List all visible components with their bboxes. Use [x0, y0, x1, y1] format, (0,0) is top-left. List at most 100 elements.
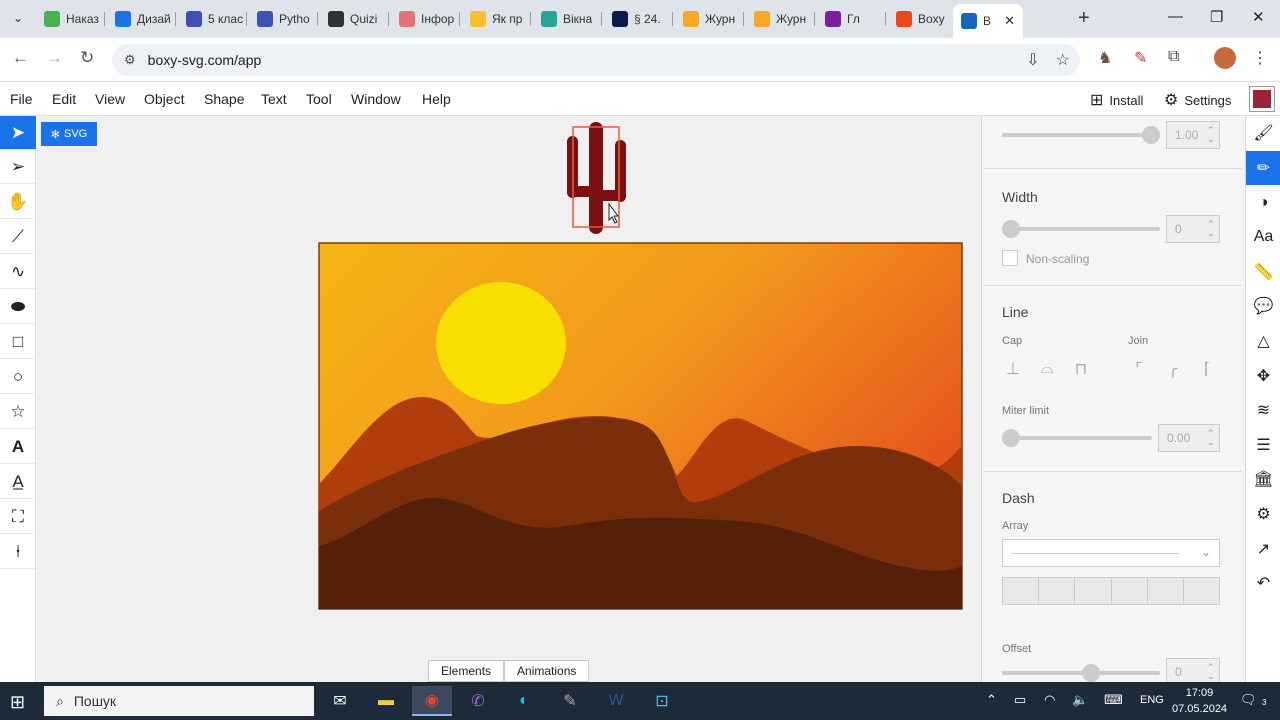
- back-button[interactable]: ←: [12, 48, 29, 68]
- minimize-button[interactable]: —: [1168, 8, 1183, 25]
- user-avatar[interactable]: [1249, 86, 1275, 112]
- address-bar[interactable]: ⚙ boxy-svg.com/app ⇩ ☆: [112, 44, 1080, 76]
- tab-close-icon[interactable]: ✕: [1004, 13, 1015, 29]
- rectangle-tool-icon[interactable]: □: [0, 325, 36, 359]
- browser-tab[interactable]: Журн: [683, 6, 744, 32]
- library-icon[interactable]: 🏛: [1246, 462, 1280, 496]
- install-button[interactable]: ⊞ Install: [1090, 90, 1143, 110]
- wifi-icon[interactable]: ◠: [1044, 692, 1055, 708]
- freehand-tool-icon[interactable]: ∿: [0, 255, 36, 289]
- cap-square-icon[interactable]: ⊓: [1068, 356, 1094, 382]
- gradient-tool-icon[interactable]: ⍿: [0, 535, 36, 569]
- menu-edit[interactable]: Edit: [52, 91, 76, 107]
- browser-tab[interactable]: Наказ: [44, 6, 105, 32]
- ruler-icon[interactable]: 📏: [1246, 255, 1280, 289]
- opacity-input[interactable]: 1.00: [1166, 121, 1220, 149]
- reload-button[interactable]: ↻: [80, 48, 94, 68]
- browser-tab[interactable]: Гл: [825, 6, 886, 32]
- keyboard-icon[interactable]: ⌨: [1104, 692, 1123, 708]
- browser-tab[interactable]: § 24.: [612, 6, 673, 32]
- canvas-area[interactable]: ✻ SVG Elements Animations: [37, 116, 981, 682]
- compositing-icon[interactable]: ◑: [1246, 186, 1280, 220]
- elements-list-icon[interactable]: ☰: [1246, 428, 1280, 462]
- viber-app-icon[interactable]: ✆: [458, 686, 498, 716]
- dash-array-select[interactable]: ⌄: [1002, 539, 1220, 567]
- sun-shape[interactable]: [436, 282, 566, 404]
- language-indicator[interactable]: ENG: [1140, 694, 1164, 706]
- tab-animations[interactable]: Animations: [504, 660, 590, 682]
- opacity-slider[interactable]: [1002, 126, 1160, 144]
- notifications-icon[interactable]: 🗨: [1240, 692, 1257, 708]
- dash-field[interactable]: [1147, 578, 1184, 604]
- profile-avatar[interactable]: [1214, 47, 1236, 69]
- width-input[interactable]: 0: [1166, 215, 1220, 243]
- cap-round-icon[interactable]: ⌓: [1034, 356, 1060, 382]
- menu-shape[interactable]: Shape: [204, 91, 244, 107]
- bezier-tool-icon[interactable]: ⟋: [0, 220, 36, 254]
- browser-tab[interactable]: Вікна: [541, 6, 602, 32]
- dash-field[interactable]: [1183, 578, 1220, 604]
- pan-hand-icon[interactable]: ✋: [0, 185, 36, 219]
- crop-tool-icon[interactable]: ⛶: [0, 500, 36, 534]
- stroke-brush-icon[interactable]: ✏: [1246, 151, 1280, 185]
- dash-array-fields[interactable]: [1002, 577, 1220, 605]
- browser-tab[interactable]: Як пр: [470, 6, 531, 32]
- install-app-icon[interactable]: ⇩: [1026, 50, 1039, 70]
- window-close-button[interactable]: ✕: [1252, 8, 1265, 26]
- desert-scene[interactable]: [318, 242, 963, 610]
- extension-pen-icon[interactable]: ✎: [1134, 48, 1147, 68]
- dash-field[interactable]: [1111, 578, 1148, 604]
- dash-field[interactable]: [1039, 578, 1076, 604]
- new-tab-button[interactable]: +: [1078, 7, 1090, 30]
- settings-button[interactable]: ⚙ Settings: [1164, 90, 1231, 110]
- menu-help[interactable]: Help: [422, 91, 451, 107]
- join-miter-icon[interactable]: ⌜: [1126, 356, 1152, 382]
- fill-paint-icon[interactable]: 🖌: [1246, 116, 1280, 150]
- cap-butt-icon[interactable]: ⊥: [1000, 356, 1026, 382]
- non-scaling-checkbox[interactable]: [1002, 250, 1018, 266]
- menu-view[interactable]: View: [95, 91, 125, 107]
- taskbar-search[interactable]: ⌕ Пошук: [44, 686, 314, 716]
- comments-icon[interactable]: 💬: [1246, 289, 1280, 323]
- tab-elements[interactable]: Elements: [428, 660, 505, 682]
- restore-button[interactable]: ❐: [1210, 8, 1223, 26]
- extensions-puzzle-icon[interactable]: ⧉: [1168, 48, 1179, 66]
- ellipse-tool-icon[interactable]: ○: [0, 360, 36, 394]
- browser-tab[interactable]: Інфор: [399, 6, 460, 32]
- width-slider[interactable]: [1002, 220, 1160, 238]
- battery-icon[interactable]: ▭: [1014, 692, 1026, 708]
- bookmark-star-icon[interactable]: ☆: [1056, 50, 1070, 70]
- join-round-icon[interactable]: ╭: [1160, 356, 1186, 382]
- site-info-icon[interactable]: ⚙: [124, 52, 136, 68]
- transform-move-icon[interactable]: ✥: [1246, 359, 1280, 393]
- text-path-tool-icon[interactable]: A̲: [0, 465, 36, 499]
- export-icon[interactable]: ↗: [1246, 532, 1280, 566]
- browser-tab[interactable]: Boxy: [896, 6, 957, 32]
- chrome-app-icon[interactable]: ◉: [412, 686, 452, 716]
- store-app-icon[interactable]: ⊡: [642, 686, 682, 716]
- history-undo-icon[interactable]: ↶: [1246, 566, 1280, 600]
- browser-tab[interactable]: Quizi: [328, 6, 389, 32]
- join-bevel-icon[interactable]: ⌈: [1194, 356, 1220, 382]
- menu-file[interactable]: File: [10, 91, 33, 107]
- forward-button[interactable]: →: [46, 48, 63, 68]
- dash-field[interactable]: [1003, 578, 1040, 604]
- star-tool-icon[interactable]: ☆: [0, 395, 36, 429]
- menu-tool[interactable]: Tool: [306, 91, 332, 107]
- mail-app-icon[interactable]: ✉: [320, 686, 360, 716]
- offset-slider[interactable]: [1002, 664, 1160, 682]
- browser-tab[interactable]: Pytho: [257, 6, 318, 32]
- defs-icon[interactable]: ⚙: [1246, 497, 1280, 531]
- extension-owl-icon[interactable]: ♞: [1098, 48, 1112, 68]
- file-explorer-icon[interactable]: ▬: [366, 686, 406, 716]
- dash-field[interactable]: [1075, 578, 1112, 604]
- volume-icon[interactable]: 🔈: [1072, 692, 1088, 708]
- edit-tool-icon[interactable]: ➢: [0, 150, 36, 184]
- geometry-icon[interactable]: △: [1246, 324, 1280, 358]
- menu-text[interactable]: Text: [261, 91, 287, 107]
- tab-search-dropdown[interactable]: ⌄: [6, 6, 30, 30]
- miter-limit-slider[interactable]: [1002, 429, 1152, 447]
- chrome-menu-icon[interactable]: ⋮: [1252, 48, 1268, 68]
- layers-icon[interactable]: ≋: [1246, 393, 1280, 427]
- tray-chevron-icon[interactable]: ⌃: [986, 692, 997, 708]
